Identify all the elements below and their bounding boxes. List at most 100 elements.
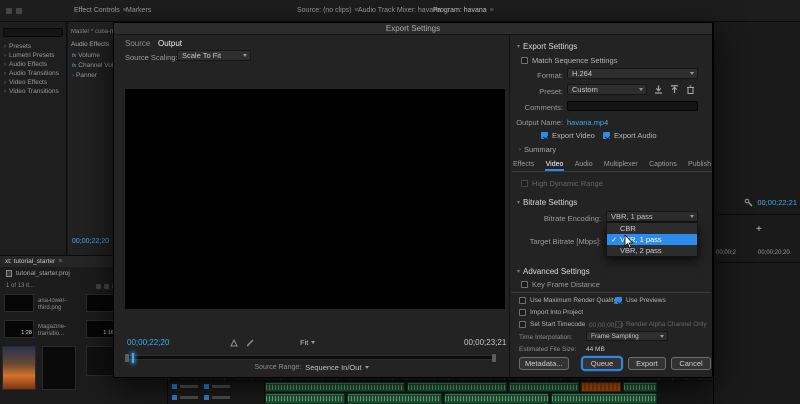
- in-point-handle[interactable]: [125, 354, 129, 362]
- match-sequence-settings-row[interactable]: Match Sequence Settings: [521, 56, 617, 65]
- playhead-marker[interactable]: [132, 353, 134, 363]
- key-frame-distance-row[interactable]: Key Frame Distance: [521, 280, 600, 289]
- timeline-audio-clip[interactable]: [265, 382, 405, 392]
- menu-option-vbr-1-pass[interactable]: ✓ VBR, 1 pass: [607, 234, 697, 245]
- project-thumbnail[interactable]: [4, 294, 34, 312]
- timeline-audio-clip[interactable]: [347, 393, 442, 404]
- effect-controls-timecode[interactable]: 00;00;22;20: [72, 238, 109, 245]
- wrench-settings-icon[interactable]: [744, 198, 753, 207]
- tab-audio-track-mixer[interactable]: Audio Track Mixer: havana: [358, 7, 441, 14]
- summary-disclosure[interactable]: › Summary: [519, 145, 556, 154]
- tab-program-monitor[interactable]: Program: havana ≡: [433, 7, 494, 14]
- list-view-icon[interactable]: [96, 284, 101, 289]
- tab-effect-controls[interactable]: Effect Controls ≡: [74, 7, 127, 14]
- effects-folder-lumetri-presets[interactable]: › Lumetri Presets: [0, 51, 67, 60]
- tab-source-monitor[interactable]: Source: (no clips) ≡: [297, 7, 359, 14]
- set-start-timecode-checkbox[interactable]: [519, 321, 526, 328]
- key-frame-checkbox[interactable]: [521, 281, 528, 288]
- project-panel-tab[interactable]: xt: tutorial_starter ≡: [0, 256, 120, 267]
- project-thumb-label[interactable]: Magazine-transitio...: [38, 324, 82, 337]
- chevron-right-icon[interactable]: ›: [4, 71, 6, 77]
- button-editor-plus-icon[interactable]: +: [756, 224, 762, 235]
- menu-option-vbr-2-pass[interactable]: VBR, 2 pass: [607, 245, 697, 256]
- project-thumbnail[interactable]: [86, 346, 116, 376]
- video-preview[interactable]: [125, 89, 505, 309]
- tab-captions[interactable]: Captions: [648, 159, 678, 171]
- track-sync-icon[interactable]: [204, 384, 209, 389]
- preview-tab-source[interactable]: Source: [125, 39, 150, 48]
- timeline-marker-clip[interactable]: [581, 382, 621, 392]
- use-previews-checkbox[interactable]: [615, 297, 622, 304]
- project-thumb-label[interactable]: ana-lower-third.png: [38, 298, 82, 311]
- source-range-dropdown[interactable]: Sequence In/Out: [305, 363, 368, 372]
- chevron-right-icon[interactable]: ›: [4, 62, 6, 68]
- effects-folder-video-transitions[interactable]: › Video Transitions: [0, 87, 67, 96]
- preview-tab-output[interactable]: Output: [158, 39, 182, 48]
- timeline-audio-clip[interactable]: [623, 382, 657, 392]
- tab-video[interactable]: Video: [545, 159, 565, 171]
- preview-current-timecode[interactable]: 00;00;22;20: [127, 338, 169, 347]
- comments-input[interactable]: [567, 101, 698, 111]
- effect-volume-row[interactable]: fx Volume: [72, 52, 100, 59]
- track-mute-icon[interactable]: [172, 395, 177, 400]
- tab-markers[interactable]: Markers: [126, 7, 151, 14]
- chevron-right-icon[interactable]: ›: [519, 147, 521, 153]
- tab-effects[interactable]: Effects: [512, 159, 535, 171]
- use-max-quality-checkbox[interactable]: [519, 297, 526, 304]
- timeline-audio-clip[interactable]: [509, 382, 579, 392]
- preset-dropdown[interactable]: Custom: [567, 84, 647, 95]
- panel-menu-icon[interactable]: ≡: [58, 258, 62, 265]
- import-into-project-row[interactable]: Import Into Project: [519, 309, 583, 316]
- import-preset-icon[interactable]: [669, 84, 680, 94]
- project-item-row[interactable]: tutorial_starter.proj: [6, 270, 70, 277]
- marker-tool-icon[interactable]: [230, 339, 238, 347]
- export-video-checkbox[interactable]: [541, 132, 548, 139]
- delete-preset-icon[interactable]: [685, 84, 696, 94]
- chevron-right-icon[interactable]: ›: [4, 44, 6, 50]
- preview-zoom-dropdown[interactable]: Fit: [300, 338, 315, 347]
- tab-publish[interactable]: Publish: [687, 159, 712, 171]
- effects-folder-audio-effects[interactable]: › Audio Effects: [0, 60, 67, 69]
- effects-folder-audio-transitions[interactable]: › Audio Transitions: [0, 69, 67, 78]
- export-audio-checkbox[interactable]: [603, 132, 610, 139]
- cancel-button[interactable]: Cancel: [671, 357, 711, 370]
- project-thumbnail[interactable]: 1:28: [4, 320, 34, 338]
- use-max-quality-row[interactable]: Use Maximum Render Quality: [519, 297, 617, 304]
- export-video-row[interactable]: Export Video: [541, 131, 595, 140]
- bitrate-encoding-dropdown[interactable]: VBR, 1 pass: [606, 211, 698, 222]
- tab-audio[interactable]: Audio: [574, 159, 594, 171]
- out-point-handle[interactable]: [492, 354, 496, 362]
- track-control-icon[interactable]: [212, 385, 230, 388]
- export-audio-row[interactable]: Export Audio: [603, 131, 657, 140]
- save-preset-icon[interactable]: [653, 84, 664, 94]
- app-home-icon[interactable]: [6, 8, 12, 14]
- advanced-settings-section-header[interactable]: ▾ Advanced Settings: [517, 267, 590, 276]
- chevron-down-icon[interactable]: ▾: [517, 199, 520, 206]
- timeline-audio-clip[interactable]: [551, 393, 657, 404]
- track-solo-icon[interactable]: [204, 395, 209, 400]
- chevron-right-icon[interactable]: ›: [4, 80, 6, 86]
- chevron-right-icon[interactable]: ›: [72, 73, 74, 79]
- program-timecode[interactable]: 00;00;22;21: [757, 198, 797, 207]
- queue-button[interactable]: Queue: [582, 357, 622, 370]
- time-interpolation-dropdown[interactable]: Frame Sampling: [586, 331, 668, 341]
- source-scaling-dropdown[interactable]: Scale To Fit: [177, 50, 251, 61]
- chevron-down-icon[interactable]: ▾: [517, 43, 520, 50]
- set-start-timecode-row[interactable]: Set Start Timecode: [519, 321, 585, 328]
- menu-option-cbr[interactable]: CBR: [607, 223, 697, 234]
- project-thumbnail[interactable]: [86, 294, 116, 312]
- effects-search-input[interactable]: [3, 28, 63, 37]
- chevron-right-icon[interactable]: ›: [4, 53, 6, 59]
- project-thumbnail-sunset-photo[interactable]: [2, 346, 36, 390]
- chevron-right-icon[interactable]: ›: [4, 89, 6, 95]
- project-thumbnail[interactable]: [42, 346, 76, 390]
- panel-menu-icon[interactable]: ≡: [490, 7, 494, 14]
- export-settings-section-header[interactable]: ▾ Export Settings: [517, 42, 577, 51]
- use-previews-row[interactable]: Use Previews: [615, 297, 666, 304]
- bitrate-settings-section-header[interactable]: ▾ Bitrate Settings: [517, 198, 577, 207]
- icon-view-icon[interactable]: [104, 284, 109, 289]
- effects-folder-video-effects[interactable]: › Video Effects: [0, 78, 67, 87]
- track-control-icon[interactable]: [212, 396, 230, 399]
- metadata-button[interactable]: Metadata...: [519, 357, 569, 370]
- chevron-down-icon[interactable]: ▾: [517, 268, 520, 275]
